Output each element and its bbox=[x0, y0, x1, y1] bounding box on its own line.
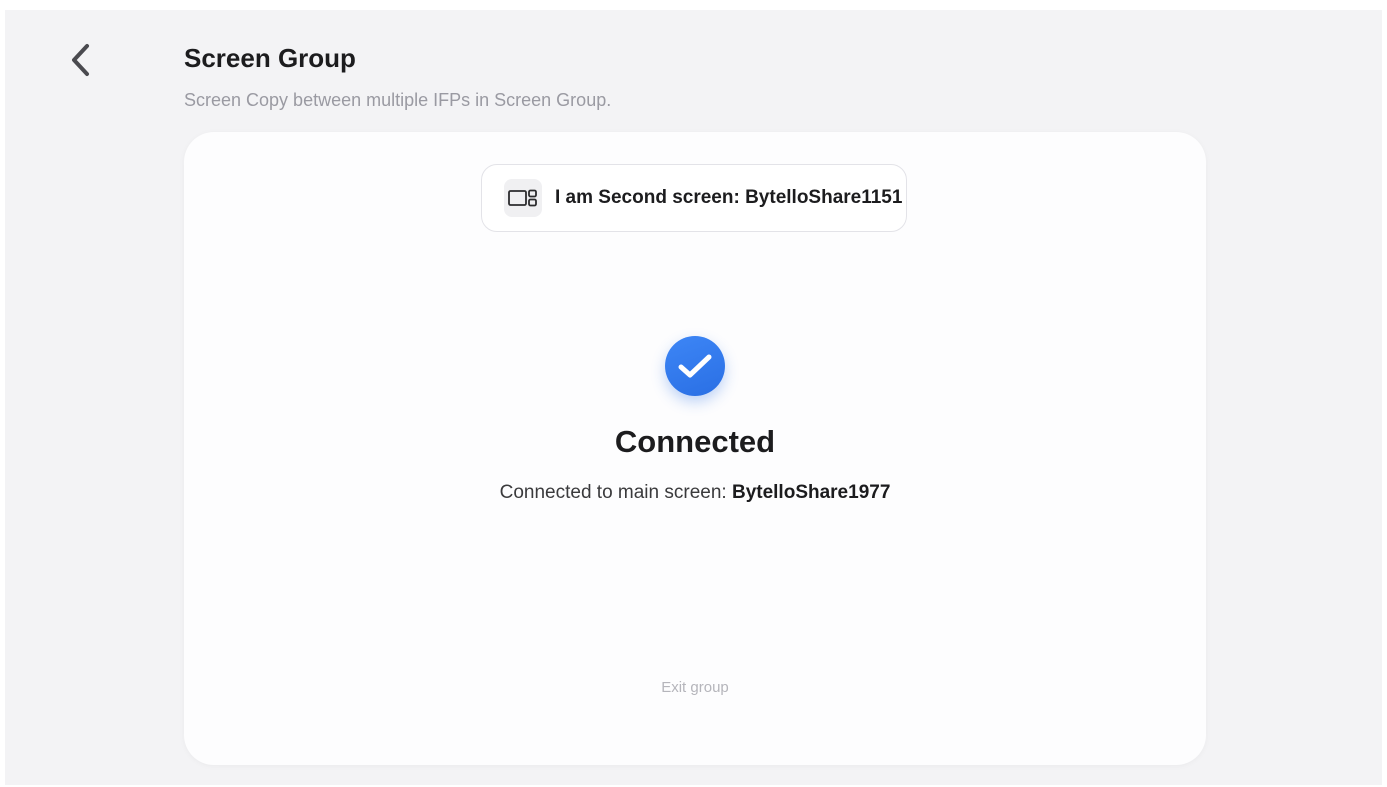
screen-role-chip: I am Second screen: BytelloShare1151 bbox=[481, 164, 907, 232]
screen-role-label: I am Second screen: BytelloShare1151 bbox=[555, 187, 903, 208]
main-screen-name: BytelloShare1977 bbox=[731, 482, 891, 503]
connection-detail-prefix: Connected to main screen: bbox=[499, 482, 732, 503]
exit-group-button[interactable]: Exit group bbox=[645, 669, 745, 705]
check-circle-icon bbox=[665, 336, 725, 396]
page-title: Screen Group bbox=[184, 43, 356, 73]
screen-group-page: Screen Group Screen Copy between multipl… bbox=[5, 10, 1382, 785]
back-button[interactable] bbox=[59, 38, 103, 82]
page-subtitle: Screen Copy between multiple IFPs in Scr… bbox=[184, 90, 612, 110]
chevron-left-icon bbox=[72, 44, 89, 76]
connection-status-detail: Connected to main screen: BytelloShare19… bbox=[184, 482, 1206, 504]
connection-card: I am Second screen: BytelloShare1151 Con… bbox=[184, 132, 1206, 765]
screen-layout-icon bbox=[504, 179, 542, 217]
connection-status-title: Connected bbox=[614, 424, 776, 459]
